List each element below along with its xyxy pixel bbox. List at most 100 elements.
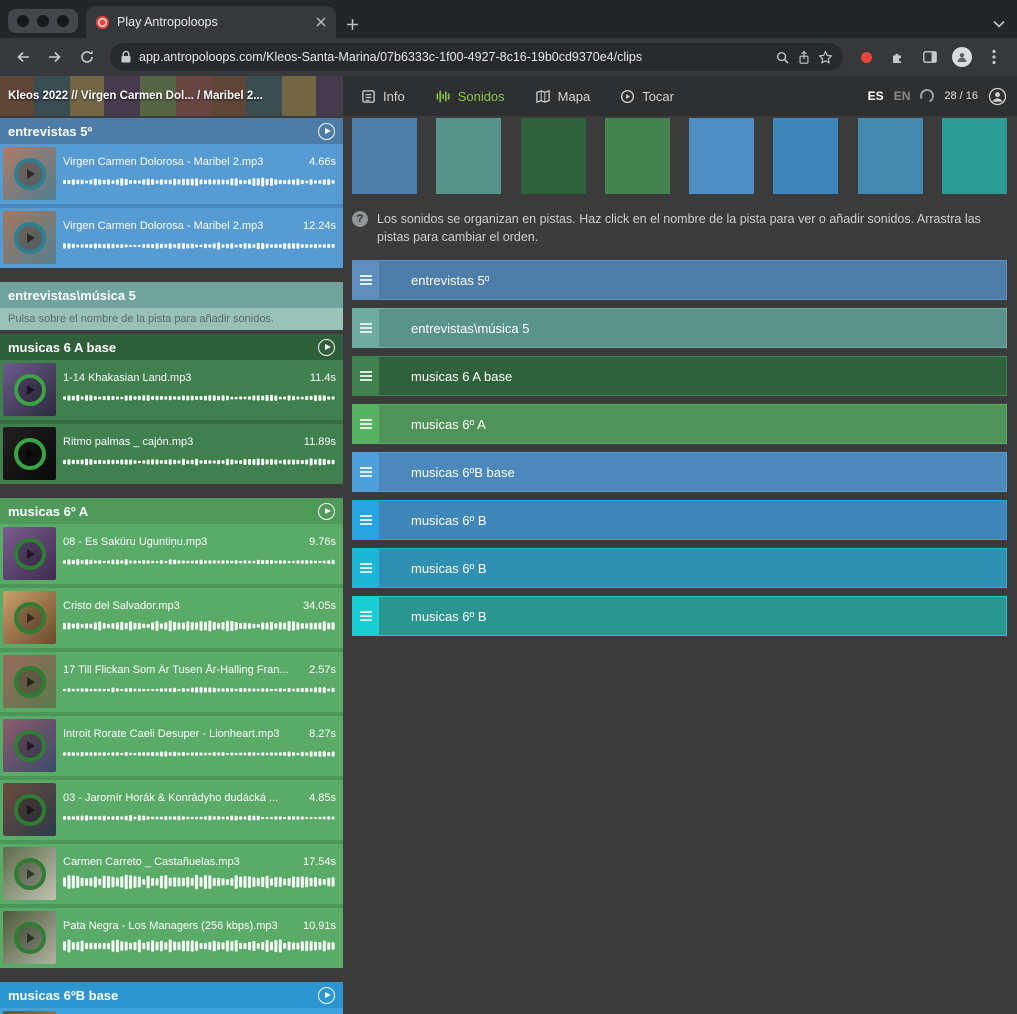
- clip-play-icon[interactable]: [14, 602, 46, 634]
- track-header[interactable]: entrevistas 5º: [0, 118, 343, 144]
- track-color-swatch[interactable]: [689, 118, 754, 194]
- close-window-button[interactable]: [17, 15, 29, 27]
- recording-extension-icon[interactable]: [851, 42, 881, 72]
- clip-waveform[interactable]: [63, 236, 336, 256]
- clip-play-icon[interactable]: [14, 374, 46, 406]
- tab-sonidos[interactable]: Sonidos: [435, 89, 505, 104]
- clip-play-icon[interactable]: [14, 538, 46, 570]
- track-color-swatch[interactable]: [773, 118, 838, 194]
- url-text[interactable]: app.antropoloops.com/Kleos-Santa-Marina/…: [139, 50, 768, 64]
- drag-handle[interactable]: [353, 261, 379, 299]
- clip-play-icon[interactable]: [14, 858, 46, 890]
- browser-tab[interactable]: Play Antropoloops: [86, 6, 336, 38]
- clip[interactable]: Pata Negra - Los Managers (256 kbps).mp3…: [0, 908, 343, 968]
- drag-handle[interactable]: [353, 453, 379, 491]
- track-header[interactable]: musicas 6 A base: [0, 334, 343, 360]
- clip-play-icon[interactable]: [14, 158, 46, 190]
- clip-waveform[interactable]: [63, 808, 336, 828]
- clip-waveform[interactable]: [63, 680, 336, 700]
- address-bar[interactable]: app.antropoloops.com/Kleos-Santa-Marina/…: [110, 43, 843, 71]
- track-header[interactable]: musicas 6º A: [0, 498, 343, 524]
- drag-handle[interactable]: [353, 405, 379, 443]
- drag-handle[interactable]: [353, 309, 379, 347]
- clip[interactable]: 08 - Es Sakūru Uguntiņu.mp39.76s: [0, 524, 343, 584]
- clip[interactable]: 1-14 Khakasian Land.mp311.4s: [0, 360, 343, 420]
- clip[interactable]: Virgen Carmen Dolorosa - Maribel 2.mp312…: [0, 208, 343, 268]
- clip-play-icon[interactable]: [14, 222, 46, 254]
- track-row-label: musicas 6ºB base: [379, 465, 515, 480]
- clip-waveform[interactable]: [63, 388, 336, 408]
- clip-waveform[interactable]: [63, 452, 336, 472]
- track-row[interactable]: musicas 6º A: [352, 404, 1007, 444]
- play-track-button[interactable]: [318, 339, 335, 356]
- drag-handle[interactable]: [353, 357, 379, 395]
- clip[interactable]: BASE Pata Negra - Los Managers3.77s: [0, 1008, 343, 1014]
- share-icon[interactable]: [797, 50, 811, 65]
- reload-button[interactable]: [72, 42, 102, 72]
- track-row[interactable]: musicas 6 A base: [352, 356, 1007, 396]
- track-row[interactable]: musicas 6º B: [352, 500, 1007, 540]
- clip[interactable]: Carmen Carreto _ Castañuelas.mp317.54s: [0, 844, 343, 904]
- tab-search-chevron-icon[interactable]: [993, 20, 1005, 28]
- side-panel-icon[interactable]: [915, 42, 945, 72]
- zoom-window-button[interactable]: [57, 15, 69, 27]
- bookmark-star-icon[interactable]: [818, 50, 833, 65]
- drag-handle[interactable]: [353, 501, 379, 539]
- track-row[interactable]: musicas 6º B: [352, 596, 1007, 636]
- play-track-button[interactable]: [318, 987, 335, 1004]
- clip-play-icon[interactable]: [14, 666, 46, 698]
- clip[interactable]: 03 - Jaromír Horák & Konrádyho dudácká .…: [0, 780, 343, 840]
- track-color-swatch[interactable]: [942, 118, 1007, 194]
- track-color-swatch[interactable]: [858, 118, 923, 194]
- clip-waveform[interactable]: [63, 936, 336, 956]
- menu-kebab-icon[interactable]: [979, 42, 1009, 72]
- zoom-icon[interactable]: [775, 50, 790, 65]
- track-color-swatch[interactable]: [605, 118, 670, 194]
- clip-waveform[interactable]: [63, 172, 336, 192]
- clip[interactable]: Ritmo palmas _ cajón.mp311.89s: [0, 424, 343, 484]
- clip-play-icon[interactable]: [14, 730, 46, 762]
- tab-mapa[interactable]: Mapa: [535, 89, 591, 104]
- lang-es-button[interactable]: ES: [868, 89, 884, 103]
- clip-play-icon[interactable]: [14, 794, 46, 826]
- clip[interactable]: Introit Rorate Caeli Desuper - Lionheart…: [0, 716, 343, 776]
- track-row-label: musicas 6º B: [379, 561, 487, 576]
- track-color-swatch[interactable]: [436, 118, 501, 194]
- clip[interactable]: Virgen Carmen Dolorosa - Maribel 2.mp34.…: [0, 144, 343, 204]
- tab-tocar[interactable]: Tocar: [620, 89, 674, 104]
- track-section: musicas 6 A base1-14 Khakasian Land.mp31…: [0, 334, 343, 484]
- clip-play-icon[interactable]: [14, 922, 46, 954]
- lock-icon[interactable]: [120, 50, 132, 64]
- profile-avatar-icon[interactable]: [947, 42, 977, 72]
- account-icon[interactable]: [988, 87, 1007, 106]
- track-row[interactable]: entrevistas\música 5: [352, 308, 1007, 348]
- track-header[interactable]: entrevistas\música 5: [0, 282, 343, 308]
- track-row[interactable]: musicas 6ºB base: [352, 452, 1007, 492]
- clip-waveform[interactable]: [63, 744, 336, 764]
- drag-handle[interactable]: [353, 549, 379, 587]
- play-track-button[interactable]: [318, 503, 335, 520]
- track-row[interactable]: musicas 6º B: [352, 548, 1007, 588]
- back-button[interactable]: [8, 42, 38, 72]
- drag-handle[interactable]: [353, 597, 379, 635]
- forward-button[interactable]: [40, 42, 70, 72]
- clip[interactable]: Cristo del Salvador.mp334.05s: [0, 588, 343, 648]
- tab-info[interactable]: Info: [361, 89, 405, 104]
- track-row[interactable]: entrevistas 5º: [352, 260, 1007, 300]
- clip-play-icon[interactable]: [14, 438, 46, 470]
- minimize-window-button[interactable]: [37, 15, 49, 27]
- clip-waveform[interactable]: [63, 552, 336, 572]
- tab-close-icon[interactable]: [316, 17, 326, 27]
- track-color-swatch[interactable]: [521, 118, 586, 194]
- new-tab-button[interactable]: [346, 18, 359, 31]
- clip-thumbnail: [3, 363, 56, 416]
- track-color-swatch[interactable]: [352, 118, 417, 194]
- extensions-puzzle-icon[interactable]: [883, 42, 913, 72]
- track-header[interactable]: musicas 6ºB base: [0, 982, 343, 1008]
- lang-en-button[interactable]: EN: [894, 89, 911, 103]
- clip-waveform[interactable]: [63, 872, 336, 892]
- clip-waveform[interactable]: [63, 616, 336, 636]
- play-track-button[interactable]: [318, 123, 335, 140]
- breadcrumb[interactable]: Kleos 2022 // Virgen Carmen Dol... / Mar…: [0, 76, 343, 116]
- clip[interactable]: 17 Till Flickan Som Är Tusen År-Halling …: [0, 652, 343, 712]
